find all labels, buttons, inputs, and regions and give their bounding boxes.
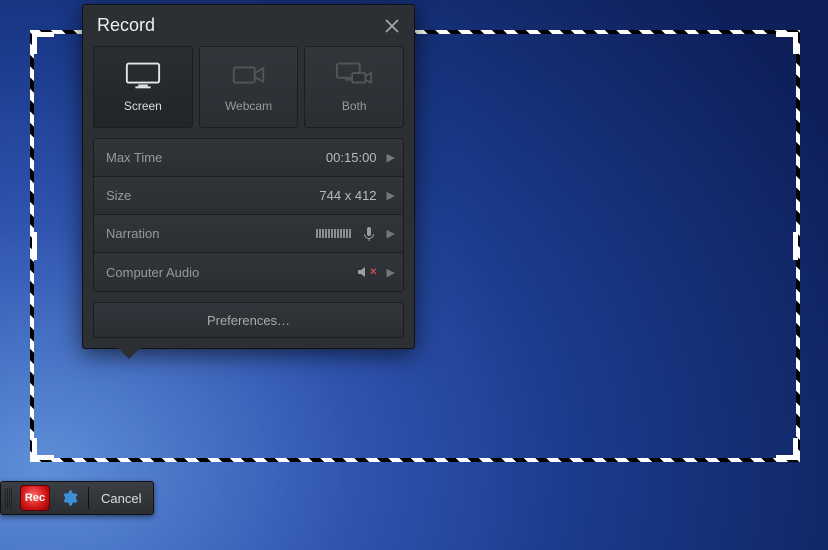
record-button[interactable]: Rec: [20, 485, 50, 511]
source-screen-label: Screen: [124, 99, 162, 113]
size-row[interactable]: Size 744 x 412 ▶: [94, 177, 403, 215]
separator: [88, 487, 89, 509]
chevron-right-icon: ▶: [387, 227, 395, 240]
monitor-icon: [124, 61, 162, 89]
microphone-icon: [361, 226, 377, 242]
drag-handle[interactable]: [5, 488, 12, 508]
resize-handle-bl[interactable]: [32, 438, 54, 460]
resize-handle-br[interactable]: [776, 438, 798, 460]
resize-handle-tl[interactable]: [32, 32, 54, 54]
narration-label: Narration: [106, 226, 159, 241]
source-both-button[interactable]: Both: [304, 46, 404, 128]
max-time-label: Max Time: [106, 150, 162, 165]
size-value: 744 x 412: [319, 188, 376, 203]
max-time-row[interactable]: Max Time 00:15:00 ▶: [94, 139, 403, 177]
size-label: Size: [106, 188, 131, 203]
source-selector: Screen Webcam Both: [93, 46, 404, 128]
source-webcam-label: Webcam: [225, 99, 272, 113]
settings-list: Max Time 00:15:00 ▶ Size 744 x 412 ▶ Nar…: [93, 138, 404, 292]
source-webcam-button[interactable]: Webcam: [199, 46, 299, 128]
audio-meter: [316, 229, 351, 238]
gear-icon: [60, 489, 78, 507]
chevron-right-icon: ▶: [387, 189, 395, 202]
record-panel: Record Screen Webcam: [82, 4, 415, 349]
preferences-button[interactable]: Preferences…: [93, 302, 404, 338]
speaker-muted-icon: ×: [356, 264, 376, 280]
recorder-toolbar: Rec Cancel: [0, 481, 154, 515]
resize-handle-left[interactable]: [32, 232, 37, 260]
max-time-value: 00:15:00: [326, 150, 377, 165]
chevron-right-icon: ▶: [387, 266, 395, 279]
resize-handle-tr[interactable]: [776, 32, 798, 54]
resize-handle-right[interactable]: [793, 232, 798, 260]
source-screen-button[interactable]: Screen: [93, 46, 193, 128]
panel-title: Record: [97, 15, 155, 36]
cancel-button[interactable]: Cancel: [95, 491, 147, 506]
close-icon[interactable]: [384, 18, 400, 34]
narration-row[interactable]: Narration ▶: [94, 215, 403, 253]
webcam-icon: [230, 61, 268, 89]
computer-audio-label: Computer Audio: [106, 265, 199, 280]
chevron-right-icon: ▶: [387, 151, 395, 164]
computer-audio-row[interactable]: Computer Audio × ▶: [94, 253, 403, 291]
screen-webcam-icon: [335, 61, 373, 89]
settings-button[interactable]: [56, 485, 82, 511]
source-both-label: Both: [342, 99, 367, 113]
